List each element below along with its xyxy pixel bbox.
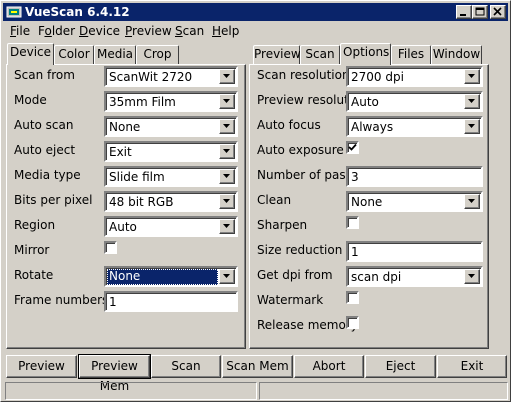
tab-color[interactable]: Color	[54, 45, 94, 65]
auto-eject-label: Auto eject	[14, 143, 76, 157]
tab-preview[interactable]: Preview	[253, 45, 301, 65]
mirror-checkbox[interactable]	[104, 241, 117, 254]
scan-resolution-label: Scan resolution	[257, 68, 350, 82]
watermark-label: Watermark	[257, 293, 324, 307]
preview-button[interactable]: Preview	[6, 355, 77, 378]
auto-eject-dropdown[interactable]: Exit	[104, 141, 238, 162]
get-dpi-from-label: Get dpi from	[257, 268, 333, 282]
scan-from-label: Scan from	[14, 68, 75, 82]
mirror-label: Mirror	[14, 243, 50, 257]
vuescan-app-icon[interactable]	[6, 4, 22, 20]
vuescan-window: VueScan 6.4.12 File Folder Device Previe…	[0, 0, 511, 402]
exit-button[interactable]: Exit	[437, 355, 507, 378]
release-memory-label: Release memory	[257, 318, 358, 332]
abort-button[interactable]: Abort	[294, 355, 364, 378]
checkmark-icon	[348, 143, 357, 151]
tab-files[interactable]: Files	[391, 45, 431, 65]
dropdown-arrow-icon[interactable]	[219, 219, 235, 234]
get-dpi-from-dropdown[interactable]: scan dpi	[346, 266, 483, 287]
close-icon	[493, 7, 502, 16]
release-memory-checkbox[interactable]	[346, 316, 359, 329]
dropdown-arrow-icon[interactable]	[464, 69, 480, 84]
media-type-label: Media type	[14, 168, 81, 182]
rotate-dropdown[interactable]: None	[104, 266, 238, 287]
frame-numbers-input[interactable]: 1	[104, 291, 238, 312]
tab-crop[interactable]: Crop	[136, 45, 179, 65]
auto-focus-dropdown[interactable]: Always	[346, 116, 483, 137]
auto-scan-dropdown[interactable]: None	[104, 116, 238, 137]
region-dropdown[interactable]: Auto	[104, 216, 238, 237]
dropdown-arrow-icon[interactable]	[464, 119, 480, 134]
dropdown-arrow-icon[interactable]	[219, 119, 235, 134]
dropdown-arrow-icon[interactable]	[464, 94, 480, 109]
close-button[interactable]	[490, 5, 506, 19]
maximize-icon	[475, 7, 485, 16]
window-title: VueScan 6.4.12	[25, 5, 130, 19]
menu-help[interactable]: Help	[212, 24, 239, 39]
scan-from-dropdown[interactable]: ScanWit 2720	[104, 66, 238, 87]
rotate-label: Rotate	[14, 268, 54, 282]
bits-per-pixel-dropdown[interactable]: 48 bit RGB	[104, 191, 238, 212]
dropdown-arrow-icon[interactable]	[219, 194, 235, 209]
region-label: Region	[14, 218, 56, 232]
preview-mem-button[interactable]: Preview Mem	[78, 354, 151, 393]
auto-exposure-label: Auto exposure	[257, 143, 344, 157]
auto-scan-label: Auto scan	[14, 118, 74, 132]
clean-dropdown[interactable]: None	[346, 191, 483, 212]
dropdown-arrow-icon[interactable]	[219, 169, 235, 184]
sharpen-checkbox[interactable]	[346, 216, 359, 229]
dropdown-arrow-icon[interactable]	[219, 69, 235, 84]
mode-label: Mode	[14, 93, 47, 107]
dropdown-arrow-icon[interactable]	[219, 269, 235, 284]
tab-scan[interactable]: Scan	[300, 45, 340, 65]
watermark-checkbox[interactable]	[346, 291, 359, 304]
size-reduction-input[interactable]: 1	[346, 241, 483, 262]
dropdown-arrow-icon[interactable]	[219, 144, 235, 159]
scan-button[interactable]: Scan	[151, 355, 221, 378]
number-of-passes-input[interactable]: 3	[346, 166, 483, 187]
tab-options[interactable]: Options	[340, 43, 391, 65]
tab-window[interactable]: Window	[431, 45, 482, 65]
menu-bar: File Folder Device Preview Scan Help	[3, 22, 508, 41]
menu-preview[interactable]: Preview	[125, 24, 172, 39]
mode-dropdown[interactable]: 35mm Film	[104, 91, 238, 112]
tab-device[interactable]: Device	[7, 43, 54, 65]
menu-folder[interactable]: Folder	[38, 24, 75, 39]
status-pane-left	[5, 382, 257, 400]
clean-label: Clean	[257, 193, 292, 207]
minimize-icon	[460, 14, 466, 16]
auto-exposure-checkbox[interactable]	[346, 141, 359, 154]
scan-resolution-dropdown[interactable]: 2700 dpi	[346, 66, 483, 87]
scan-mem-button[interactable]: Scan Mem	[222, 355, 293, 378]
bits-per-pixel-label: Bits per pixel	[14, 193, 93, 207]
minimize-button[interactable]	[456, 5, 472, 19]
sharpen-label: Sharpen	[257, 218, 308, 232]
tab-media[interactable]: Media	[94, 45, 136, 65]
auto-focus-label: Auto focus	[257, 118, 321, 132]
menu-file[interactable]: File	[10, 24, 30, 39]
media-type-dropdown[interactable]: Slide film	[104, 166, 238, 187]
dropdown-arrow-icon[interactable]	[464, 269, 480, 284]
size-reduction-label: Size reduction	[257, 243, 343, 257]
maximize-button[interactable]	[472, 5, 488, 19]
dropdown-arrow-icon[interactable]	[464, 194, 480, 209]
menu-scan[interactable]: Scan	[175, 24, 204, 39]
menu-device[interactable]: Device	[79, 24, 120, 39]
frame-numbers-label: Frame numbers	[14, 293, 109, 307]
status-pane-right	[259, 382, 508, 400]
title-bar[interactable]: VueScan 6.4.12	[3, 3, 508, 21]
dropdown-arrow-icon[interactable]	[219, 94, 235, 109]
eject-button[interactable]: Eject	[365, 355, 436, 378]
preview-resolution-dropdown[interactable]: Auto	[346, 91, 483, 112]
